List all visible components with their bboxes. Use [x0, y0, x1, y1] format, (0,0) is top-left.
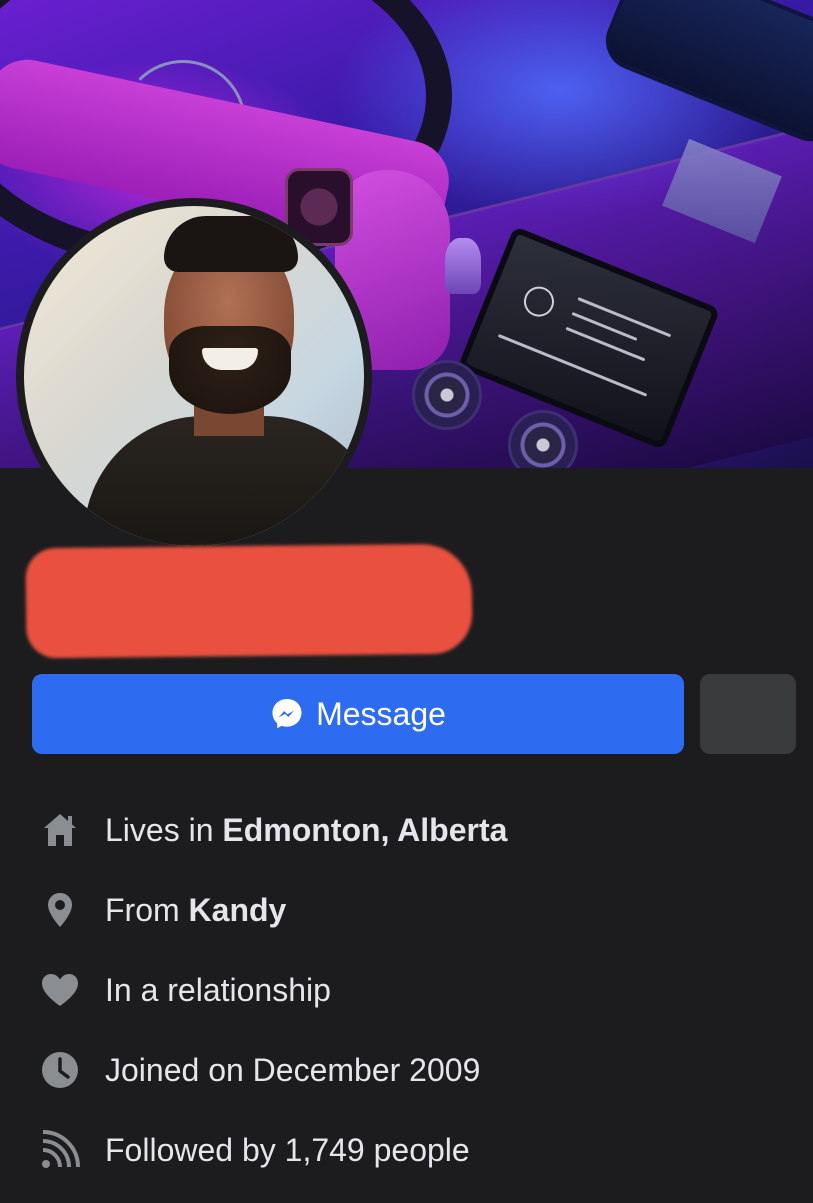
lives-in-prefix: Lives in — [105, 811, 223, 848]
joined-text: Joined on December 2009 — [105, 1051, 481, 1088]
list-item-lives-in: Lives in Edmonton, Alberta — [0, 810, 813, 850]
list-item-followers: Followed by 1,749 people — [0, 1130, 813, 1170]
screen-bluetooth-icon — [519, 282, 559, 322]
profile-picture-frame[interactable] — [16, 198, 372, 554]
cover-mirror — [596, 0, 813, 151]
followers-text[interactable]: Followed by 1,749 people — [105, 1132, 470, 1168]
cover-figurine — [445, 238, 481, 294]
message-button-label: Message — [316, 695, 446, 732]
redacted-profile-name — [25, 543, 473, 659]
list-item-joined: Joined on December 2009 — [0, 1050, 813, 1090]
list-item-from: From Kandy — [0, 890, 813, 930]
avatar[interactable] — [24, 206, 364, 546]
home-icon — [40, 810, 80, 850]
from-city[interactable]: Kandy — [189, 892, 287, 928]
heart-icon — [40, 970, 80, 1010]
cover-vent-left — [412, 360, 482, 430]
lives-in-city[interactable]: Edmonton, Alberta — [222, 812, 507, 848]
relationship-text: In a relationship — [105, 971, 331, 1008]
location-pin-icon — [40, 890, 80, 930]
more-options-button[interactable] — [700, 674, 796, 754]
list-item-relationship: In a relationship — [0, 970, 813, 1010]
from-prefix: From — [105, 891, 189, 928]
clock-icon — [40, 1050, 80, 1090]
messenger-icon — [270, 697, 304, 731]
followers-icon — [40, 1130, 80, 1170]
message-button[interactable]: Message — [32, 674, 684, 754]
